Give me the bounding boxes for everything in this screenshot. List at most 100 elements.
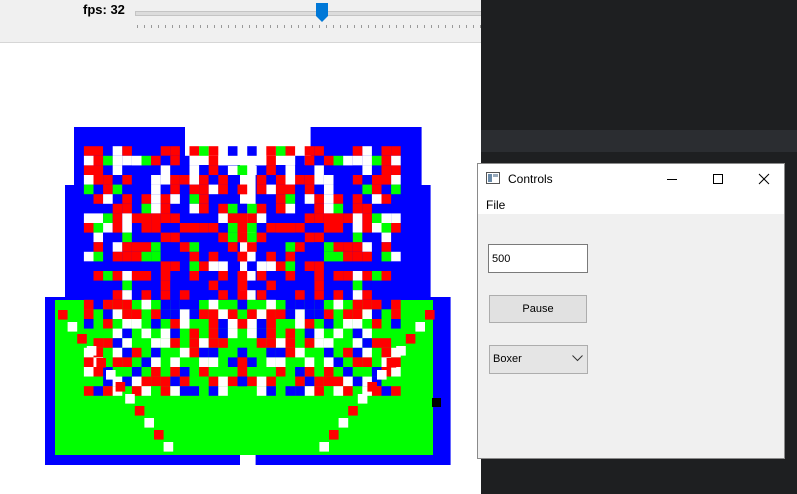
cell [179, 232, 190, 243]
cell [151, 386, 161, 396]
slider-thumb-icon[interactable] [315, 3, 328, 23]
close-button[interactable] [741, 164, 787, 194]
cell [227, 213, 238, 223]
cell [112, 223, 123, 233]
cell [199, 271, 209, 281]
cell [131, 376, 142, 387]
cell [343, 376, 353, 387]
cell [141, 328, 152, 339]
cell [208, 146, 219, 156]
cell [189, 280, 200, 291]
mode-select[interactable]: Boxer [489, 345, 588, 374]
cell [112, 155, 123, 166]
cell [304, 299, 315, 310]
cell [170, 175, 180, 185]
cell [141, 271, 152, 281]
cell [266, 309, 276, 319]
cell [122, 271, 132, 281]
cell [122, 242, 132, 252]
cell [381, 175, 392, 185]
cell [103, 213, 113, 223]
cell [266, 319, 276, 329]
cell [160, 184, 171, 195]
cell [170, 290, 180, 300]
cell [199, 376, 209, 387]
cell [381, 386, 392, 396]
cell [103, 175, 113, 185]
cell [160, 165, 171, 175]
cell [218, 328, 228, 339]
cell [371, 319, 382, 329]
cell [179, 280, 190, 291]
cell [151, 223, 161, 233]
cell [237, 319, 248, 329]
cell [304, 223, 315, 233]
cell [304, 232, 315, 243]
cell [208, 242, 219, 252]
cell [371, 328, 382, 339]
cell [122, 251, 132, 262]
cell [112, 338, 123, 348]
cell [362, 328, 372, 339]
cell [333, 194, 344, 204]
cell [112, 319, 123, 329]
cell [352, 242, 363, 252]
cell [131, 319, 142, 329]
cell [131, 367, 142, 377]
cell [189, 175, 200, 185]
cell [93, 213, 104, 223]
cell [237, 280, 248, 291]
cell [256, 203, 267, 214]
cell [122, 357, 132, 367]
cell [199, 338, 209, 348]
cell [352, 232, 363, 243]
slider-ticks [137, 25, 481, 28]
stripe-cell [96, 358, 106, 368]
cell [141, 155, 152, 166]
cell [362, 165, 372, 175]
cell [362, 146, 372, 156]
cell [352, 175, 363, 185]
controls-titlebar[interactable]: Controls [478, 164, 784, 194]
cell [247, 146, 257, 156]
pause-button[interactable]: Pause [489, 295, 587, 323]
cell [208, 184, 219, 195]
cell [227, 223, 238, 233]
cell [323, 213, 334, 223]
cell [285, 386, 296, 396]
cell [170, 232, 180, 243]
cell [218, 155, 228, 166]
value-input[interactable] [488, 244, 588, 273]
maximize-button[interactable] [695, 164, 741, 194]
cell [170, 386, 180, 396]
cell [295, 319, 305, 329]
cell [362, 347, 372, 358]
cell [323, 223, 334, 233]
stripe-cell [396, 346, 406, 356]
minimize-button[interactable] [649, 164, 695, 194]
cell [208, 290, 219, 300]
menu-file[interactable]: File [486, 198, 505, 212]
cell [122, 223, 132, 233]
cell [151, 376, 161, 387]
fps-slider[interactable] [135, 11, 482, 16]
stripe-cell [319, 442, 329, 452]
cell [266, 376, 276, 387]
cell [275, 367, 286, 377]
cell [247, 165, 257, 175]
cell [93, 251, 104, 262]
cell [247, 261, 257, 271]
cell [352, 203, 363, 214]
cell [266, 347, 276, 358]
cell [391, 242, 401, 252]
cell [83, 175, 94, 185]
cell [304, 184, 315, 195]
cell [362, 357, 372, 367]
cell [381, 242, 392, 252]
cell [112, 357, 123, 367]
cell [103, 309, 113, 319]
cell [266, 338, 276, 348]
cell [237, 347, 248, 358]
cell [304, 386, 315, 396]
cell [362, 290, 372, 300]
